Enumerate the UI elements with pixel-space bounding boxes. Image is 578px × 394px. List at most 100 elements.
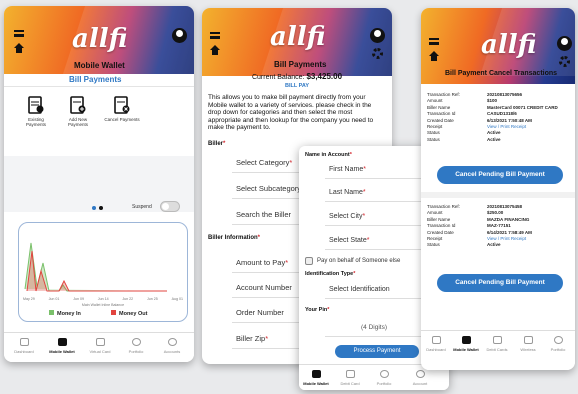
name-in-account-header: Name in Account* — [305, 152, 352, 158]
bottom-tabbar: Dashboard Mobile Wallet Debit Cards Wire… — [421, 330, 575, 370]
home-icon — [431, 336, 441, 344]
tab-dashboard[interactable]: Dashboard — [6, 338, 42, 354]
tab-account[interactable]: Account — [405, 370, 435, 386]
money-in-series — [24, 242, 167, 292]
tab-accounts[interactable]: Accounts — [154, 338, 190, 354]
balance-chart-card: May 29 Jun 01 Jun 09 Jun 14 Jun 22 Jun 2… — [18, 222, 188, 322]
x-tick: Jun 01 — [48, 297, 60, 301]
action-cancel-payments[interactable]: Cancel Payments — [104, 96, 140, 122]
home-icon[interactable] — [14, 43, 24, 53]
pay-on-behalf-label: Pay on behalf of Someone else — [317, 258, 401, 264]
gear-icon — [415, 370, 425, 378]
pin-header: Your Pin* — [305, 307, 330, 313]
tab-mobile-wallet[interactable]: Mobile Wallet — [44, 338, 80, 354]
x-tick: Jun 25 — [146, 297, 158, 301]
menu-icon[interactable] — [429, 38, 439, 45]
action-label: Add New Payments — [67, 117, 88, 127]
pay-on-behalf-checkbox[interactable] — [305, 257, 313, 265]
account-number-input[interactable]: Account Number — [236, 283, 292, 292]
tab-portfolio[interactable]: Portfolio — [543, 336, 573, 352]
tab-debit-cards[interactable]: Debit Cards — [482, 336, 512, 352]
select-state-dropdown[interactable]: Select State* — [329, 237, 369, 244]
menu-icon[interactable] — [14, 30, 24, 37]
cancel-pending-bill-payment-button[interactable]: Cancel Pending Bill Payment — [437, 274, 563, 292]
legend-money-out: Money Out — [111, 310, 147, 317]
page-title: Mobile Wallet — [74, 61, 125, 70]
select-identification-dropdown[interactable]: Select Identification — [329, 286, 390, 293]
select-category-dropdown[interactable]: Select Category* — [236, 158, 292, 167]
phone-icon — [523, 336, 533, 344]
x-tick: Jun 22 — [122, 297, 134, 301]
gear-icon — [167, 338, 177, 346]
action-existing-payments[interactable]: Existing Payments — [18, 96, 54, 127]
amount-to-pay-input[interactable]: Amount to Pay* — [236, 258, 288, 267]
page-title: Bill Payment Cancel Transactions — [445, 70, 558, 77]
tab-dashboard[interactable]: Dashboard — [421, 336, 451, 352]
portfolio-icon — [131, 338, 141, 346]
process-payment-button[interactable]: Process Payment — [335, 345, 419, 358]
action-add-new-payments[interactable]: Add New Payments — [60, 96, 96, 127]
wallet-icon — [57, 338, 67, 346]
record-labels: Transaction Ref: Amount Biller Name Tran… — [427, 204, 460, 248]
legend-money-in: Money In — [49, 310, 81, 317]
select-subcategory-dropdown[interactable]: Select Subcategory — [236, 184, 301, 193]
order-number-input[interactable]: Order Number — [236, 308, 284, 317]
cancel-pending-bill-payment-button[interactable]: Cancel Pending Bill Payment — [437, 166, 563, 184]
wallet-icon — [461, 336, 471, 344]
avatar-icon[interactable] — [370, 28, 385, 43]
home-icon — [19, 338, 29, 346]
biller-info-header: Biller Information* — [208, 235, 261, 241]
balance-chart — [24, 242, 167, 292]
carousel-dot-active[interactable] — [92, 206, 96, 210]
card-icon — [345, 370, 355, 378]
record-card: Transaction Ref: Amount Biller Name Tran… — [421, 88, 575, 188]
carousel-dot[interactable] — [99, 206, 103, 210]
tab-virtual-card[interactable]: Virtual Card — [82, 338, 118, 354]
record-labels: Transaction Ref: Amount Biller Name Tran… — [427, 92, 460, 142]
card-icon — [95, 338, 105, 346]
bill-pay-link[interactable]: BILL PAY — [202, 83, 392, 89]
search-biller-input[interactable]: Search the Biller — [236, 210, 291, 219]
balance-row: Current Balance: $3,425.00 — [202, 72, 392, 81]
tab-wireless[interactable]: Wireless — [513, 336, 543, 352]
x-tick: Jun 14 — [97, 297, 109, 301]
bill-pay-description: This allows you to make bill payment dir… — [208, 94, 374, 132]
gear-icon[interactable] — [372, 48, 383, 59]
home-icon[interactable] — [210, 45, 220, 55]
legend-label: Money Out — [119, 311, 148, 317]
avatar-icon[interactable] — [557, 36, 572, 51]
record-card: Transaction Ref: Amount Biller Name Tran… — [421, 200, 575, 296]
x-tick: Jun 09 — [73, 297, 84, 301]
app-logo: allfi — [72, 24, 128, 54]
action-label: Cancel Payments — [104, 117, 140, 122]
cancel-receipt-icon — [114, 96, 130, 114]
select-city-dropdown[interactable]: Select City* — [329, 213, 365, 220]
chart-caption: Main Wallet Inline Balance — [81, 303, 125, 307]
avatar-icon[interactable] — [172, 28, 187, 43]
suspend-label: Suspend — [132, 204, 152, 210]
last-name-input[interactable]: Last Name* — [329, 189, 366, 196]
menu-icon[interactable] — [210, 32, 220, 39]
phone-mobile-wallet: allfi Mobile Wallet Bill Payments Existi… — [4, 6, 194, 362]
pin-input[interactable]: (4 Digits) — [361, 324, 387, 331]
action-label: Existing Payments — [25, 117, 46, 127]
tab-mobile-wallet[interactable]: Mobile Wallet — [301, 370, 331, 386]
section-subtitle: Bill Payments — [69, 75, 122, 84]
x-tick: May 29 — [23, 297, 35, 301]
portfolio-icon — [379, 370, 389, 378]
suspend-toggle[interactable] — [160, 201, 180, 212]
gear-icon[interactable] — [559, 56, 570, 67]
first-name-input[interactable]: First Name* — [329, 166, 366, 173]
tab-portfolio[interactable]: Portfolio — [369, 370, 399, 386]
balance-label: Current Balance: — [251, 74, 305, 81]
home-icon[interactable] — [429, 51, 439, 61]
tab-portfolio[interactable]: Portfolio — [118, 338, 154, 354]
balance-value: $3,425.00 — [306, 72, 343, 81]
tab-mobile-wallet[interactable]: Mobile Wallet — [451, 336, 481, 352]
legend-label: Money In — [57, 311, 81, 317]
tab-debit-card[interactable]: Debit Card — [335, 370, 365, 386]
biller-zip-input[interactable]: Biller Zip* — [236, 334, 268, 343]
card-icon — [492, 336, 502, 344]
identification-type-header: Identification Type* — [305, 271, 356, 277]
portfolio-icon — [553, 336, 563, 344]
